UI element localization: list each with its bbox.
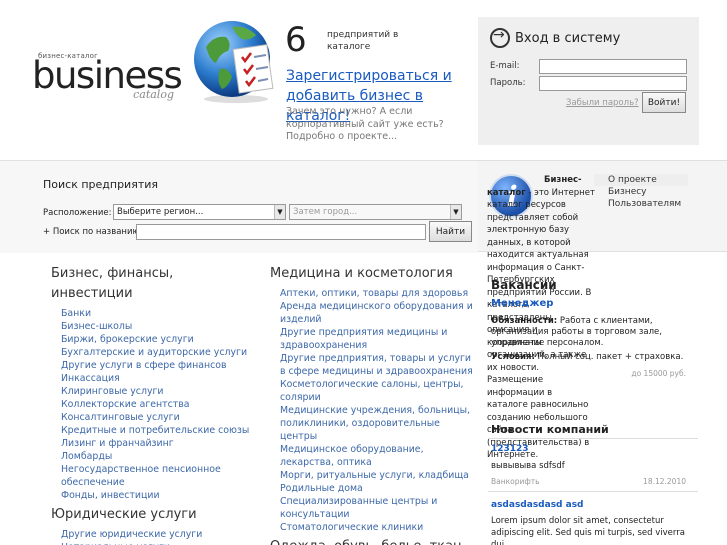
category-link[interactable]: Косметологические салоны, центры, соляри… bbox=[270, 378, 475, 404]
category-link[interactable]: Специализированные центры и консультации bbox=[270, 495, 475, 521]
category-link[interactable]: Медицинское оборудование, лекарства, опт… bbox=[270, 443, 475, 469]
divider bbox=[488, 491, 698, 492]
category-heading[interactable]: Одежда, обувь, белье, ткан bbox=[270, 537, 475, 545]
name-search-input[interactable] bbox=[136, 224, 426, 240]
login-panel: Вход в систему E-mail: Пароль: Забыли па… bbox=[478, 17, 699, 145]
region-select[interactable]: Выберите регион... ▼ bbox=[113, 204, 286, 220]
city-select[interactable]: Затем город... ▼ bbox=[289, 204, 462, 220]
category-link[interactable]: Бизнес-школы bbox=[51, 320, 256, 333]
region-select-value: Выберите регион... bbox=[117, 207, 204, 217]
category-link[interactable]: Инкассация bbox=[51, 372, 256, 385]
divider bbox=[488, 438, 698, 439]
news-item-date: 18.12.2010 bbox=[643, 477, 686, 486]
category-link[interactable]: Медицинские учреждения, больницы, поликл… bbox=[270, 404, 475, 443]
login-arrow-icon bbox=[490, 27, 510, 48]
tab-users[interactable]: Пользователям bbox=[598, 198, 688, 210]
category-link[interactable]: Клиринговые услуги bbox=[51, 385, 256, 398]
category-heading[interactable]: Медицина и косметология bbox=[270, 264, 475, 284]
vacancy-conditions-text: Полный соц. пакет + страховка. bbox=[534, 352, 684, 362]
tab-business[interactable]: Бизнесу bbox=[598, 186, 688, 198]
globe-checklist-icon bbox=[194, 21, 274, 103]
news-title: Новости компаний bbox=[491, 423, 609, 436]
category-link[interactable]: Родильные дома bbox=[270, 482, 475, 495]
vacancies-title: Вакансии bbox=[491, 278, 557, 292]
login-button[interactable]: Войти! bbox=[642, 92, 686, 113]
category-column-2: Медицина и косметология Аптеки, оптики, т… bbox=[270, 264, 475, 545]
category-link[interactable]: Другие юридические услуги bbox=[51, 528, 256, 541]
name-search-label[interactable]: + Поиск по названию: bbox=[43, 227, 143, 237]
category-link[interactable]: Консалтинговые услуги bbox=[51, 411, 256, 424]
category-link[interactable]: Кредитные и потребительские союзы bbox=[51, 424, 256, 437]
category-link[interactable]: Лизинг и франчайзинг bbox=[51, 437, 256, 450]
logo-catalog-text: catalog bbox=[133, 88, 174, 101]
location-label: Расположение: bbox=[43, 208, 112, 218]
category-link[interactable]: Негосударственное пенсионное обеспечение bbox=[51, 463, 256, 489]
tab-about[interactable]: О проекте bbox=[594, 174, 688, 186]
category-heading[interactable]: Юридические услуги bbox=[51, 505, 256, 525]
chevron-down-icon: ▼ bbox=[274, 205, 285, 219]
search-panel: Поиск предприятия Расположение: Выберите… bbox=[0, 161, 478, 253]
news-item-text: вывывыва sdfsdf bbox=[491, 461, 565, 471]
category-link[interactable]: Ломбарды bbox=[51, 450, 256, 463]
news-item-author[interactable]: Ванкорифть bbox=[491, 477, 540, 486]
category-link[interactable]: Биржи, брокерские услуги bbox=[51, 333, 256, 346]
category-link[interactable]: Стоматологические клиники bbox=[270, 521, 475, 534]
email-field[interactable] bbox=[539, 59, 687, 74]
category-link[interactable]: Другие услуги в сфере финансов bbox=[51, 359, 256, 372]
news-item-title[interactable]: asdasdasdasd asd bbox=[491, 500, 584, 510]
category-heading[interactable]: Бизнес, финансы, инвестиции bbox=[51, 264, 256, 304]
vacancy-duties: Обязанности: Работа с клиентами, организ… bbox=[491, 316, 696, 349]
vacancy-conditions: Условия: Полный соц. пакет + страховка. bbox=[491, 352, 696, 362]
category-column-1: Бизнес, финансы, инвестиции Банки Бизнес-ш… bbox=[51, 264, 256, 545]
city-select-value: Затем город... bbox=[293, 207, 358, 217]
login-title-text: Вход в систему bbox=[515, 30, 621, 46]
company-count-label: предприятий в каталоге bbox=[327, 30, 399, 52]
category-link[interactable]: Другие предприятия медицины и здравоохра… bbox=[270, 326, 475, 352]
password-field[interactable] bbox=[539, 76, 687, 91]
category-link[interactable]: Бухгалтерские и аудиторские услуги bbox=[51, 346, 256, 359]
category-link[interactable]: Фонды, инвестиции bbox=[51, 489, 256, 502]
news-item-text: Lorem ipsum dolor sit amet, consectetur … bbox=[491, 516, 685, 545]
category-list: Другие юридические услугиНотариальные ус… bbox=[51, 528, 256, 545]
news-item-title[interactable]: 123123 bbox=[491, 444, 529, 454]
category-link[interactable]: Аренда медицинского оборудования и издел… bbox=[270, 300, 475, 326]
search-title: Поиск предприятия bbox=[43, 178, 159, 191]
forgot-password-link[interactable]: Забыли пароль? bbox=[566, 98, 639, 108]
logo[interactable]: бизнес-каталог business catalog bbox=[32, 52, 183, 101]
company-count: 6 bbox=[285, 20, 307, 60]
vacancy-duties-label: Обязанности: bbox=[491, 316, 558, 326]
category-list: Банки Бизнес-школы Биржи, брокерские услуг… bbox=[51, 307, 256, 502]
password-label: Пароль: bbox=[490, 78, 526, 88]
find-button[interactable]: Найти bbox=[429, 221, 472, 242]
vacancy-price: до 15000 руб. bbox=[631, 369, 686, 378]
vacancy-conditions-label: Условия: bbox=[491, 352, 535, 362]
login-title: Вход в систему bbox=[490, 27, 621, 48]
chevron-down-icon: ▼ bbox=[450, 205, 461, 219]
category-link[interactable]: Морги, ритуальные услуги, кладбища bbox=[270, 469, 475, 482]
category-link[interactable]: Коллекторские агентства bbox=[51, 398, 256, 411]
email-label: E-mail: bbox=[490, 61, 520, 71]
category-link[interactable]: Аптеки, оптики, товары для здоровья bbox=[270, 287, 475, 300]
vacancy-link[interactable]: Менеджер bbox=[491, 298, 553, 309]
category-list: Аптеки, оптики, товары для здоровья Аренд… bbox=[270, 287, 475, 534]
category-link[interactable]: Банки bbox=[51, 307, 256, 320]
category-link[interactable]: Другие предприятия, товары и услуги в сф… bbox=[270, 352, 475, 378]
category-link[interactable]: Нотариальные услуги bbox=[51, 541, 256, 545]
side-tabs: О проекте Бизнесу Пользователям bbox=[594, 174, 688, 210]
register-why-text[interactable]: Зачем это нужно? А если корпоративный са… bbox=[286, 106, 466, 144]
